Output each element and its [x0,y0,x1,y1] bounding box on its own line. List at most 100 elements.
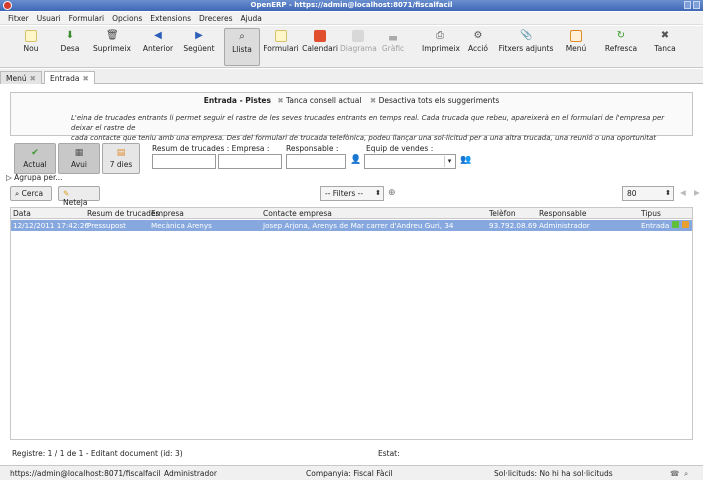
disable-tips-icon[interactable]: ✖ [370,96,376,105]
calendar-icon [314,30,326,42]
list-view-button[interactable]: ⌕ Llista [224,28,260,66]
maximize-button[interactable] [693,1,700,9]
printer-icon: ⎙ [436,30,444,41]
tip-message: L'eina de trucades entrants li permet se… [71,114,665,142]
search-actions: ⌕ Cerca ✎ Neteja -- Filters -- ⬍ ⊕ 80 ⬍ … [0,184,703,207]
column-company[interactable]: Empresa [151,209,184,218]
binoculars-icon: ⌕ [15,189,22,198]
summary-input[interactable] [152,154,216,169]
broom-icon: ✎ [63,189,70,198]
previous-page-icon[interactable]: ◀ [680,188,686,197]
refresh-button[interactable]: ↻ Refresca [604,28,638,66]
status-company: Companyia: Fiscal Fàcil [306,469,393,478]
column-responsible[interactable]: Responsable [539,209,586,218]
status-requests: Sol·licituds: No hi ha sol·licituds [494,469,613,478]
close-button[interactable]: ✖ Tanca [652,28,678,66]
gears-icon: ⚙ [473,30,483,41]
team-icon[interactable]: 👥 [460,155,471,165]
tip-title: Entrada - Pistes [203,96,271,105]
status-url: https://admin@localhost:8071/fiscalfacil [10,469,161,478]
close-tip-icon[interactable]: ✖ [277,96,283,105]
save-icon: ⬇ [65,30,75,41]
diagram-icon [352,30,364,42]
next-button[interactable]: ▶ Següent [182,28,216,66]
group-by-toggle[interactable]: ▷ Agrupa per... [6,173,63,182]
print-button[interactable]: ⎙ Imprimeix [422,28,460,66]
menu-user[interactable]: Usuari [37,14,61,23]
tip-header: Entrada - Pistes ✖ Tanca consell actual … [11,96,692,105]
row-actions [672,221,689,228]
window-controls [684,1,700,9]
summary-company-label: Resum de trucades : Empresa : [152,144,270,153]
paperclip-icon: 📎 [520,30,533,41]
menubar: Fitxer Usuari Formulari Opcions Extensio… [0,12,703,25]
calendar-week-icon: ▤ [116,148,126,158]
attachments-button[interactable]: 📎 Fitxers adjunts [498,28,554,66]
tab-entrada[interactable]: Entrada ✖ [44,71,95,84]
tab-menu[interactable]: Menú ✖ [0,71,42,84]
menu-form[interactable]: Formulari [69,14,105,23]
close-tab-icon[interactable]: ✖ [82,74,88,83]
menu-button[interactable]: Menú [564,28,588,66]
limit-combo[interactable]: 80 ⬍ [622,186,674,201]
hide-tip-link[interactable]: Tanca consell actual [286,96,361,105]
table-row[interactable]: 12/12/2011 17:42:26 Pressupost Mecànica … [11,220,692,231]
action-button[interactable]: ⚙ Acció [466,28,490,66]
cell-date: 12/12/2011 17:42:26 [13,221,89,230]
form-icon [275,30,287,42]
clear-button[interactable]: ✎ Neteja [58,186,100,207]
column-summary[interactable]: Resum de trucades [87,209,159,218]
save-button[interactable]: ⬇ Desa [56,28,84,66]
new-button[interactable]: Nou [18,28,44,66]
responsible-label: Responsable : [286,144,339,153]
calendar-view-button[interactable]: Calendari [302,28,338,66]
delete-button[interactable]: 🗑 Suprimeix [92,28,132,66]
add-filter-icon[interactable]: ⊕ [388,188,396,198]
window-title: OpenERP - https://admin@localhost:8071/f… [250,1,453,9]
menu-shortcuts[interactable]: Dreceres [199,14,233,23]
next-page-icon[interactable]: ▶ [694,188,700,197]
refresh-icon: ↻ [616,30,626,41]
column-contact[interactable]: Contacte empresa [263,209,332,218]
sales-team-select[interactable]: ▾ [364,154,456,169]
menu-icon [570,30,582,42]
trash-icon: 🗑 [106,30,119,41]
requests-icon[interactable]: ☎ [670,469,679,478]
user-icon[interactable]: 👤 [350,155,361,165]
column-type[interactable]: Tipus [641,209,661,218]
edit-icon[interactable] [682,221,689,228]
confirm-icon[interactable] [672,221,679,228]
column-phone[interactable]: Telèfon [489,209,516,218]
search-button[interactable]: ⌕ Cerca [10,186,52,201]
menu-options[interactable]: Opcions [112,14,142,23]
new-document-icon [25,30,37,42]
filters-combo[interactable]: -- Filters -- ⬍ [320,186,384,201]
disable-all-tips-link[interactable]: Desactiva tots els suggeriments [379,96,500,105]
window-titlebar: OpenERP - https://admin@localhost:8071/f… [0,0,703,11]
calendar-day-icon: ▦ [74,148,84,158]
graph-view-button[interactable]: ▃ Gràfic [380,28,406,66]
search-requests-icon[interactable]: ⌕ [684,469,688,479]
menu-help[interactable]: Ajuda [240,14,261,23]
dropdown-arrow-icon: ▾ [444,156,454,167]
close-tab-icon[interactable]: ✖ [30,74,36,83]
menu-extensions[interactable]: Extensions [150,14,191,23]
minimize-button[interactable] [684,1,691,9]
graph-icon: ▃ [389,30,397,41]
arrow-right-icon: ▶ [195,30,203,41]
combo-arrow-icon: ⬍ [665,189,671,197]
tip-panel: Entrada - Pistes ✖ Tanca consell actual … [10,92,693,142]
responsible-input[interactable] [286,154,346,169]
form-view-button[interactable]: Formulari [262,28,300,66]
company-input[interactable] [218,154,282,169]
cell-responsible: Administrador [539,221,590,230]
records-table: Data Resum de trucades Empresa Contacte … [10,207,693,440]
menu-file[interactable]: Fitxer [8,14,29,23]
diagram-view-button[interactable]: Diagrama [340,28,377,66]
previous-button[interactable]: ◀ Anterior [142,28,174,66]
filter-actual-button[interactable]: ✔ Actual [14,143,56,174]
filter-today-button[interactable]: ▦ Avui [58,143,100,174]
column-date[interactable]: Data [13,209,31,218]
filter-7days-button[interactable]: ▤ 7 dies [102,143,140,174]
cell-summary: Pressupost [87,221,126,230]
